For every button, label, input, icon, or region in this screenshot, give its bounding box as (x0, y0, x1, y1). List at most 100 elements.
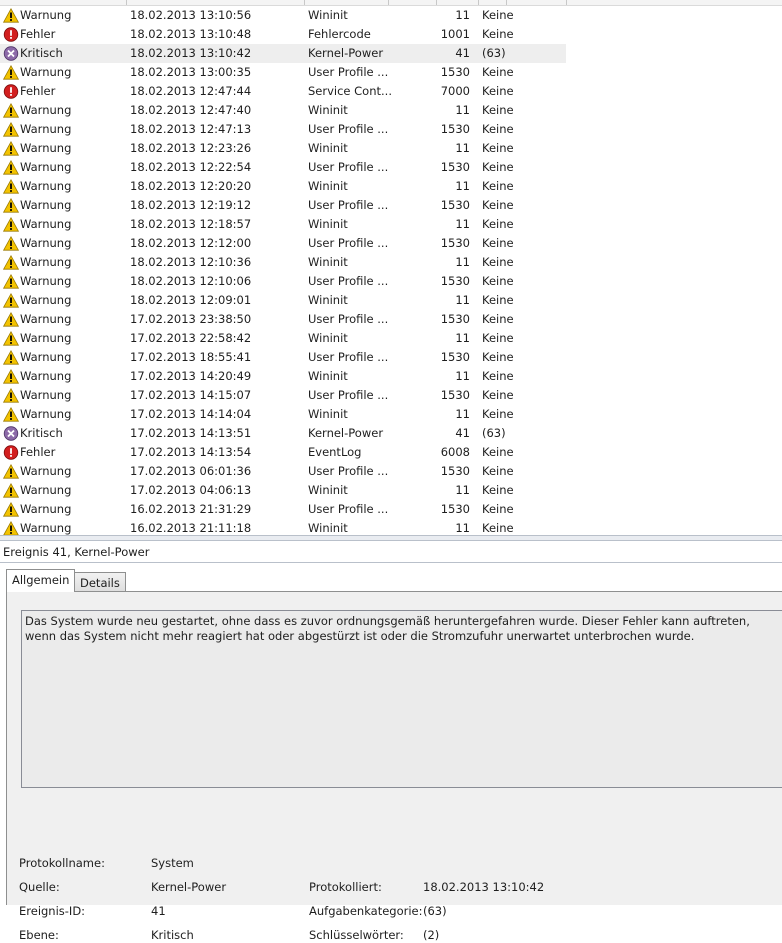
event-category: Keine (482, 388, 514, 402)
event-level: Warnung (20, 160, 72, 174)
event-row[interactable]: Fehler 17.02.2013 14:13:54 EventLog 6008 Kei… (0, 443, 566, 462)
event-date: 18.02.2013 12:09:01 (130, 293, 252, 307)
event-row[interactable]: Kritisch 18.02.2013 13:10:42 Kernel-Power 4… (0, 44, 566, 63)
event-date: 17.02.2013 14:13:54 (130, 445, 252, 459)
event-row[interactable]: Warnung 18.02.2013 13:10:56 Wininit 11 Keine (0, 6, 566, 25)
event-category: Keine (482, 483, 514, 497)
event-row[interactable]: Warnung 17.02.2013 22:58:42 Wininit 11 Keine (0, 329, 566, 348)
log-name-value: System (151, 856, 194, 870)
event-category: Keine (482, 312, 514, 326)
column-separator[interactable] (388, 0, 389, 5)
event-id: 11 (455, 255, 470, 269)
event-row[interactable]: Warnung 17.02.2013 04:06:13 Wininit 11 Keine (0, 481, 566, 500)
event-date: 18.02.2013 12:10:36 (130, 255, 252, 269)
event-date: 17.02.2013 14:13:51 (130, 426, 252, 440)
event-row[interactable]: Warnung 18.02.2013 12:47:40 Wininit 11 Keine (0, 101, 566, 120)
event-level: Warnung (20, 407, 72, 421)
keywords-label: Schlüsselwörter: (309, 928, 404, 942)
event-category: Keine (482, 141, 514, 155)
event-row[interactable]: Warnung 18.02.2013 12:09:01 Wininit 11 Keine (0, 291, 566, 310)
event-id: 1530 (440, 65, 470, 79)
event-date: 18.02.2013 12:10:06 (130, 274, 252, 288)
event-row[interactable]: Kritisch 17.02.2013 14:13:51 Kernel-Power 4… (0, 424, 566, 443)
event-level: Fehler (20, 445, 56, 459)
column-separator[interactable] (126, 0, 127, 5)
warning-icon (3, 348, 19, 367)
event-list[interactable]: Warnung 18.02.2013 13:10:56 Wininit 11 Keine… (0, 0, 782, 535)
column-separator[interactable] (566, 0, 567, 5)
event-row[interactable]: Warnung 16.02.2013 21:11:18 Wininit 11 Keine (0, 519, 566, 535)
event-row[interactable]: Warnung 18.02.2013 13:00:35 User Profile .… (0, 63, 566, 82)
event-category: Keine (482, 331, 514, 345)
event-category: Keine (482, 521, 514, 535)
warning-icon (3, 519, 19, 535)
event-category: Keine (482, 274, 514, 288)
event-row[interactable]: Warnung 17.02.2013 14:14:04 Wininit 11 Keine (0, 405, 566, 424)
event-row[interactable]: Warnung 16.02.2013 21:31:29 User Profile .… (0, 500, 566, 519)
warning-icon (3, 196, 19, 215)
event-date: 17.02.2013 23:38:50 (130, 312, 252, 326)
event-row[interactable]: Warnung 17.02.2013 06:01:36 User Profile .… (0, 462, 566, 481)
column-separator[interactable] (436, 0, 437, 5)
event-category: Keine (482, 27, 514, 41)
warning-icon (3, 215, 19, 234)
warning-icon (3, 177, 19, 196)
column-separator[interactable] (304, 0, 305, 5)
warning-icon (3, 6, 19, 25)
event-row[interactable]: Warnung 17.02.2013 14:20:49 Wininit 11 Keine (0, 367, 566, 386)
event-level: Warnung (20, 483, 72, 497)
event-row[interactable]: Warnung 18.02.2013 12:12:00 User Profile .… (0, 234, 566, 253)
event-date: 18.02.2013 13:10:42 (130, 46, 252, 60)
column-separator[interactable] (478, 0, 479, 5)
event-level: Warnung (20, 274, 72, 288)
event-category: (63) (482, 426, 506, 440)
event-category: Keine (482, 464, 514, 478)
event-category: Keine (482, 122, 514, 136)
event-level: Warnung (20, 464, 72, 478)
warning-icon (3, 120, 19, 139)
event-level: Fehler (20, 27, 56, 41)
event-level: Warnung (20, 141, 72, 155)
event-level: Warnung (20, 8, 72, 22)
event-date: 17.02.2013 14:20:49 (130, 369, 252, 383)
event-id: 1530 (440, 502, 470, 516)
event-row[interactable]: Warnung 18.02.2013 12:20:20 Wininit 11 Keine (0, 177, 566, 196)
warning-icon (3, 253, 19, 272)
event-category: Keine (482, 502, 514, 516)
event-id: 1530 (440, 122, 470, 136)
event-row[interactable]: Warnung 18.02.2013 12:18:57 Wininit 11 Keine (0, 215, 566, 234)
event-date: 18.02.2013 12:23:26 (130, 141, 252, 155)
column-separator[interactable] (506, 0, 507, 5)
event-id: 1530 (440, 312, 470, 326)
event-row[interactable]: Fehler 18.02.2013 12:47:44 Service Cont...… (0, 82, 566, 101)
event-row[interactable]: Warnung 18.02.2013 12:10:36 Wininit 11 Keine (0, 253, 566, 272)
level-value: Kritisch (151, 928, 194, 942)
event-id: 11 (455, 217, 470, 231)
task-category-value: (63) (423, 904, 447, 918)
event-row[interactable]: Fehler 18.02.2013 13:10:48 Fehlercode 1001 K… (0, 25, 566, 44)
event-row[interactable]: Warnung 17.02.2013 18:55:41 User Profile .… (0, 348, 566, 367)
warning-icon (3, 500, 19, 519)
event-level: Warnung (20, 217, 72, 231)
event-row[interactable]: Warnung 18.02.2013 12:23:26 Wininit 11 Keine (0, 139, 566, 158)
warning-icon (3, 481, 19, 500)
event-category: Keine (482, 255, 514, 269)
event-category: Keine (482, 160, 514, 174)
event-id: 1530 (440, 464, 470, 478)
tab-details[interactable]: Details (74, 572, 126, 593)
warning-icon (3, 158, 19, 177)
warning-icon (3, 272, 19, 291)
event-row[interactable]: Warnung 18.02.2013 12:47:13 User Profile .… (0, 120, 566, 139)
event-row[interactable]: Warnung 18.02.2013 12:22:54 User Profile .… (0, 158, 566, 177)
event-category: Keine (482, 217, 514, 231)
event-id: 1530 (440, 350, 470, 364)
event-row[interactable]: Warnung 18.02.2013 12:19:12 User Profile .… (0, 196, 566, 215)
description-box[interactable]: Das System wurde neu gestartet, ohne das… (21, 610, 782, 788)
event-row[interactable]: Warnung 17.02.2013 23:38:50 User Profile .… (0, 310, 566, 329)
event-date: 17.02.2013 22:58:42 (130, 331, 252, 345)
warning-icon (3, 234, 19, 253)
event-row[interactable]: Warnung 18.02.2013 12:10:06 User Profile .… (0, 272, 566, 291)
warning-icon (3, 139, 19, 158)
event-row[interactable]: Warnung 17.02.2013 14:15:07 User Profile .… (0, 386, 566, 405)
tab-general[interactable]: Allgemein (6, 569, 76, 592)
